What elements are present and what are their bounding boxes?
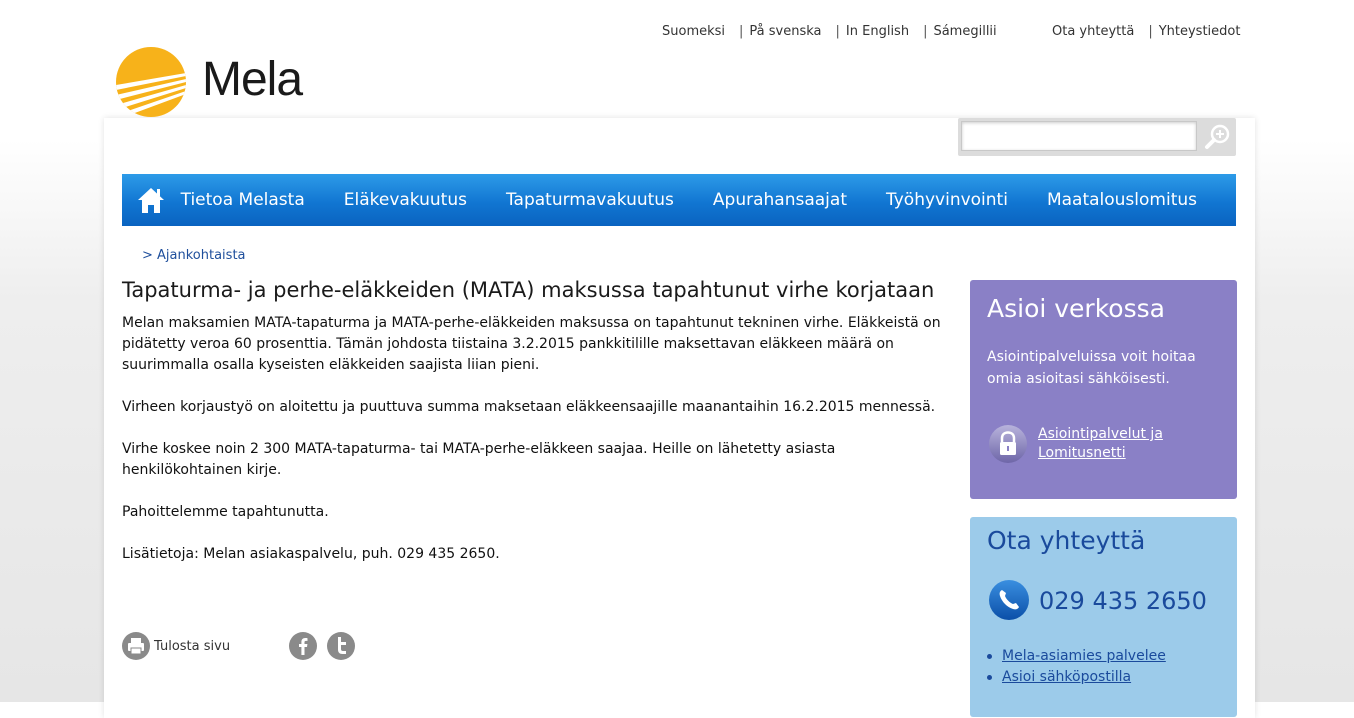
online-services-description: Asiointipalveluissa voit hoitaa omia asi…	[987, 349, 1196, 387]
main-nav: Tietoa Melasta Eläkevakuutus Tapaturmava…	[122, 174, 1236, 226]
lang-link-sami[interactable]: Sámegillii	[933, 24, 996, 39]
email-link[interactable]: Asioi sähköpostilla	[1002, 667, 1131, 688]
printer-icon	[122, 632, 150, 660]
article-paragraph: Lisätietoja: Melan asiakaspalvelu, puh. …	[122, 546, 500, 562]
contact-link[interactable]: Ota yhteyttä	[1052, 24, 1134, 39]
article-paragraph: Virhe koskee noin 2 300 MATA-tapaturma- …	[122, 441, 836, 478]
facebook-icon[interactable]	[289, 632, 317, 660]
nav-home-button[interactable]	[122, 174, 181, 226]
list-item: Asioi sähköpostilla	[987, 667, 1166, 688]
separator: |	[835, 24, 840, 39]
search-input[interactable]	[961, 121, 1197, 151]
separator: |	[1148, 24, 1153, 39]
contact-links: Ota yhteyttä | Yhteystiedot	[1052, 24, 1240, 39]
contact-info-link[interactable]: Yhteystiedot	[1159, 24, 1241, 39]
lock-icon[interactable]	[988, 424, 1028, 464]
lang-link-english[interactable]: In English	[846, 24, 909, 39]
article-paragraph: Melan maksamien MATA-tapaturma ja MATA-p…	[122, 315, 941, 373]
social-links	[289, 632, 355, 660]
nav-item-tietoa-melasta[interactable]: Tietoa Melasta	[181, 190, 305, 210]
lang-link-swedish[interactable]: På svenska	[749, 24, 821, 39]
separator: |	[739, 24, 744, 39]
online-services-box: Asioi verkossa Asiointipalveluissa voit …	[970, 280, 1237, 499]
bullet	[987, 675, 992, 680]
phone-icon[interactable]	[988, 579, 1030, 621]
list-item: Mela-asiamies palvelee	[987, 646, 1166, 667]
home-icon	[138, 188, 165, 213]
search-icon[interactable]	[1202, 122, 1232, 152]
nav-item-tapaturmavakuutus[interactable]: Tapaturmavakuutus	[506, 190, 674, 210]
nav-item-maatalouslomitus[interactable]: Maatalouslomitus	[1047, 190, 1197, 210]
lang-link-finnish[interactable]: Suomeksi	[662, 24, 725, 39]
nav-item-tyohyvinvointi[interactable]: Työhyvinvointi	[886, 190, 1008, 210]
page-title: Tapaturma- ja perhe-eläkkeiden (MATA) ma…	[122, 278, 935, 302]
article-paragraph: Pahoittelemme tapahtunutta.	[122, 504, 329, 520]
print-page-button[interactable]: Tulosta sivu	[122, 632, 230, 660]
online-services-title: Asioi verkossa	[987, 294, 1165, 323]
contact-links-list: Mela-asiamies palvelee Asioi sähköpostil…	[987, 646, 1166, 688]
mela-agent-link[interactable]: Mela-asiamies palvelee	[1002, 646, 1166, 667]
logo-wordmark[interactable]: Mela	[202, 52, 303, 107]
nav-item-apurahansaajat[interactable]: Apurahansaajat	[713, 190, 847, 210]
nav-item-elakevakuutus[interactable]: Eläkevakuutus	[344, 190, 467, 210]
print-label: Tulosta sivu	[154, 638, 231, 654]
article-paragraph: Virheen korjaustyö on aloitettu ja puutt…	[122, 399, 936, 415]
breadcrumb[interactable]: > Ajankohtaista	[142, 248, 246, 263]
online-services-link[interactable]: Asiointipalvelut ja Lomitusnetti	[1038, 425, 1218, 463]
bullet	[987, 654, 992, 659]
phone-number[interactable]: 029 435 2650	[1039, 587, 1207, 615]
twitter-icon[interactable]	[327, 632, 355, 660]
search-box	[958, 118, 1236, 156]
article-body: Melan maksamien MATA-tapaturma ja MATA-p…	[122, 313, 952, 586]
separator: |	[923, 24, 928, 39]
language-links: Suomeksi | På svenska | In English | Sám…	[662, 24, 997, 39]
contact-title: Ota yhteyttä	[987, 526, 1146, 555]
contact-box: Ota yhteyttä 029 435 2650 Mela-asiamies …	[970, 517, 1237, 717]
